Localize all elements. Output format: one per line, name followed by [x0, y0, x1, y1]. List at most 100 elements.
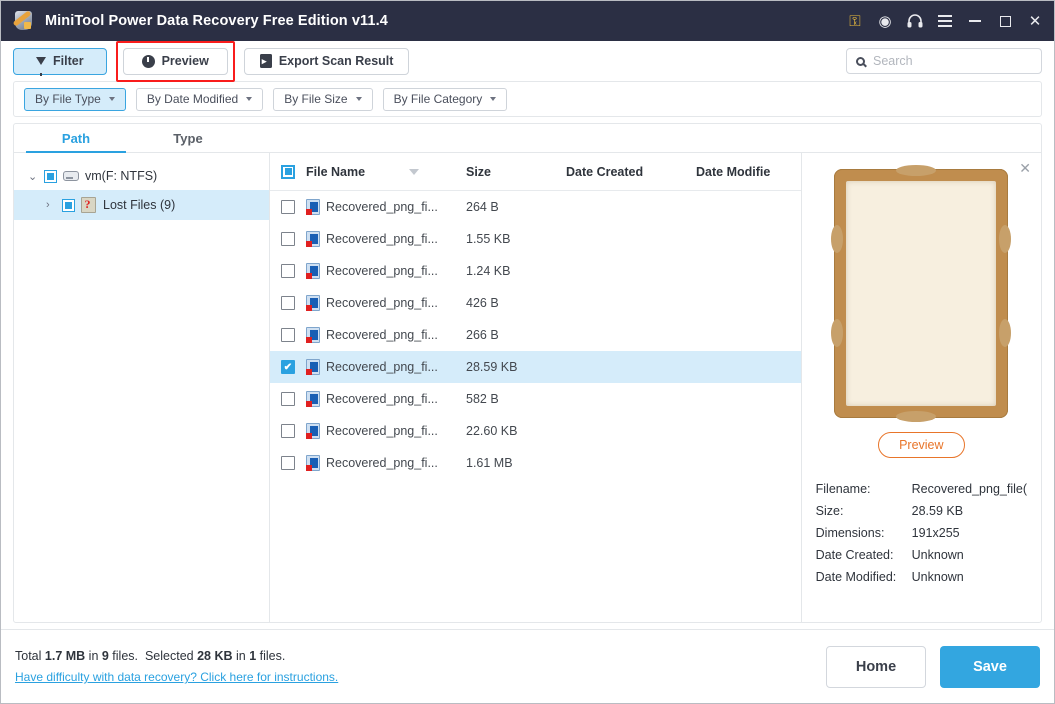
document-icon — [306, 295, 320, 311]
preview-button[interactable]: Preview — [122, 47, 228, 75]
row-file-name: Recovered_png_fi... — [306, 199, 466, 215]
row-file-name: Recovered_png_fi... — [306, 455, 466, 471]
headphones-icon[interactable] — [900, 6, 930, 36]
column-header-file-name[interactable]: File Name — [306, 165, 466, 179]
row-checkbox[interactable] — [270, 264, 306, 278]
row-file-name-label: Recovered_png_fi... — [326, 232, 438, 246]
table-row[interactable]: Recovered_png_fi... 426 B — [270, 287, 801, 319]
table-row[interactable]: Recovered_png_fi... 1.55 KB — [270, 223, 801, 255]
filter-by-file-size[interactable]: By File Size — [273, 87, 373, 111]
file-metadata: Filename: Recovered_png_file(Size: 28.59 K… — [816, 478, 1027, 588]
disc-icon[interactable]: ◉ — [870, 6, 900, 36]
total-size: 1.7 MB — [44, 649, 86, 663]
file-list-header: File Name Size Date Created Date Modifie — [270, 153, 801, 191]
row-checkbox[interactable] — [270, 424, 306, 438]
row-checkbox[interactable] — [270, 392, 306, 406]
close-icon[interactable]: ✕ — [1020, 6, 1050, 36]
total-mid: in — [85, 649, 102, 663]
preview-file-button[interactable]: Preview — [878, 432, 965, 458]
table-row[interactable]: ✔ Recovered_png_fi... 28.59 KB — [270, 351, 801, 383]
metadata-row: Date Modified: Unknown — [816, 566, 1027, 588]
sort-descending-icon[interactable] — [409, 168, 420, 175]
search-input[interactable] — [873, 54, 1034, 68]
key-icon[interactable]: ⚿ — [840, 6, 870, 36]
filter-by-file-type[interactable]: By File Type — [24, 87, 126, 111]
preview-action-wrap: Preview — [816, 432, 1027, 458]
chevron-down-icon — [355, 97, 362, 101]
document-icon — [306, 391, 320, 407]
search-icon — [856, 56, 865, 66]
metadata-value: 191x255 — [911, 526, 960, 540]
home-button[interactable]: Home — [826, 645, 926, 688]
parchment-certificate-thumbnail[interactable] — [831, 165, 1012, 422]
chevron-down-icon — [490, 97, 497, 101]
row-size: 266 B — [466, 328, 499, 342]
tree-node-volume-label: vm(F: NTFS) — [85, 169, 158, 183]
column-header-size[interactable]: Size — [466, 165, 566, 179]
row-size: 264 B — [466, 200, 499, 214]
document-icon — [306, 327, 320, 343]
row-checkbox[interactable] — [270, 328, 306, 342]
document-icon — [306, 455, 320, 471]
tab-path-label: Path — [61, 130, 91, 146]
thumbnail-wrap — [816, 165, 1027, 422]
document-icon — [306, 263, 320, 279]
export-icon — [259, 54, 272, 68]
tab-type-label: Type — [173, 130, 203, 146]
document-icon — [306, 199, 320, 215]
tree-checkbox-lost-files[interactable] — [62, 198, 75, 212]
filter-button[interactable]: Filter — [13, 47, 107, 76]
row-checkbox[interactable] — [270, 296, 306, 310]
table-row[interactable]: Recovered_png_fi... 1.24 KB — [270, 255, 801, 287]
metadata-key: Filename: — [815, 482, 871, 496]
filter-by-file-category[interactable]: By File Category — [382, 87, 508, 111]
search-box[interactable] — [846, 48, 1042, 74]
table-row[interactable]: Recovered_png_fi... 264 B — [270, 191, 801, 223]
hamburger-menu-icon[interactable] — [930, 6, 960, 36]
metadata-key: Date Created: — [815, 548, 894, 562]
row-size: 22.60 KB — [466, 424, 518, 438]
preview-button-highlight: Preview — [115, 40, 235, 82]
column-header-date-modified[interactable]: Date Modifie — [696, 165, 801, 179]
close-preview-icon[interactable]: ✕ — [1019, 161, 1031, 175]
document-icon — [306, 423, 320, 439]
help-link[interactable]: Have difficulty with data recovery? Clic… — [15, 670, 338, 684]
table-row[interactable]: Recovered_png_fi... 22.60 KB — [270, 415, 801, 447]
tree-node-volume[interactable]: ⌄ vm(F: NTFS) — [14, 162, 269, 190]
save-button[interactable]: Save — [940, 645, 1040, 688]
row-checkbox[interactable] — [270, 456, 306, 470]
metadata-row: Size: 28.59 KB — [816, 500, 1027, 522]
export-scan-result-button[interactable]: Export Scan Result — [243, 47, 410, 75]
panels: ⌄ vm(F: NTFS) › Lost Files (9) Fil — [14, 153, 1041, 622]
preview-button-label: Preview — [161, 54, 209, 68]
status-summary: Total 1.7 MB in 9 files. Selected 28 KB … — [15, 649, 338, 663]
row-checkbox[interactable] — [270, 200, 306, 214]
row-checkbox[interactable] — [270, 232, 306, 246]
tree-node-lost-files[interactable]: › Lost Files (9) — [14, 190, 269, 220]
table-row[interactable]: Recovered_png_fi... 582 B — [270, 383, 801, 415]
table-row[interactable]: Recovered_png_fi... 266 B — [270, 319, 801, 351]
file-list-body: Recovered_png_fi... 264 B Recovered_png_fi… — [270, 191, 801, 622]
chevron-right-icon[interactable]: › — [46, 199, 62, 211]
tab-path[interactable]: Path — [20, 124, 132, 153]
row-size: 28.59 KB — [466, 360, 518, 374]
tree-checkbox-volume[interactable] — [44, 169, 57, 183]
filter-by-date-modified-label: By Date Modified — [146, 92, 239, 106]
drive-icon — [63, 171, 79, 181]
path-tree-panel: ⌄ vm(F: NTFS) › Lost Files (9) — [14, 153, 270, 622]
row-checkbox[interactable]: ✔ — [270, 360, 306, 374]
metadata-value: 28.59 KB — [911, 504, 964, 518]
row-size: 1.24 KB — [466, 264, 511, 278]
row-file-name-label: Recovered_png_fi... — [326, 392, 438, 406]
row-file-name-label: Recovered_png_fi... — [326, 296, 438, 310]
chevron-down-icon[interactable]: ⌄ — [28, 170, 44, 183]
select-all-checkbox[interactable] — [270, 164, 306, 179]
table-row[interactable]: Recovered_png_fi... 1.61 MB — [270, 447, 801, 479]
filter-by-date-modified[interactable]: By Date Modified — [135, 87, 264, 111]
tab-type[interactable]: Type — [132, 124, 244, 152]
column-header-date-created[interactable]: Date Created — [566, 165, 696, 179]
minimize-icon[interactable] — [960, 6, 990, 36]
maximize-icon[interactable] — [990, 6, 1020, 36]
row-file-name-label: Recovered_png_fi... — [326, 200, 438, 214]
lost-files-icon — [81, 197, 96, 213]
